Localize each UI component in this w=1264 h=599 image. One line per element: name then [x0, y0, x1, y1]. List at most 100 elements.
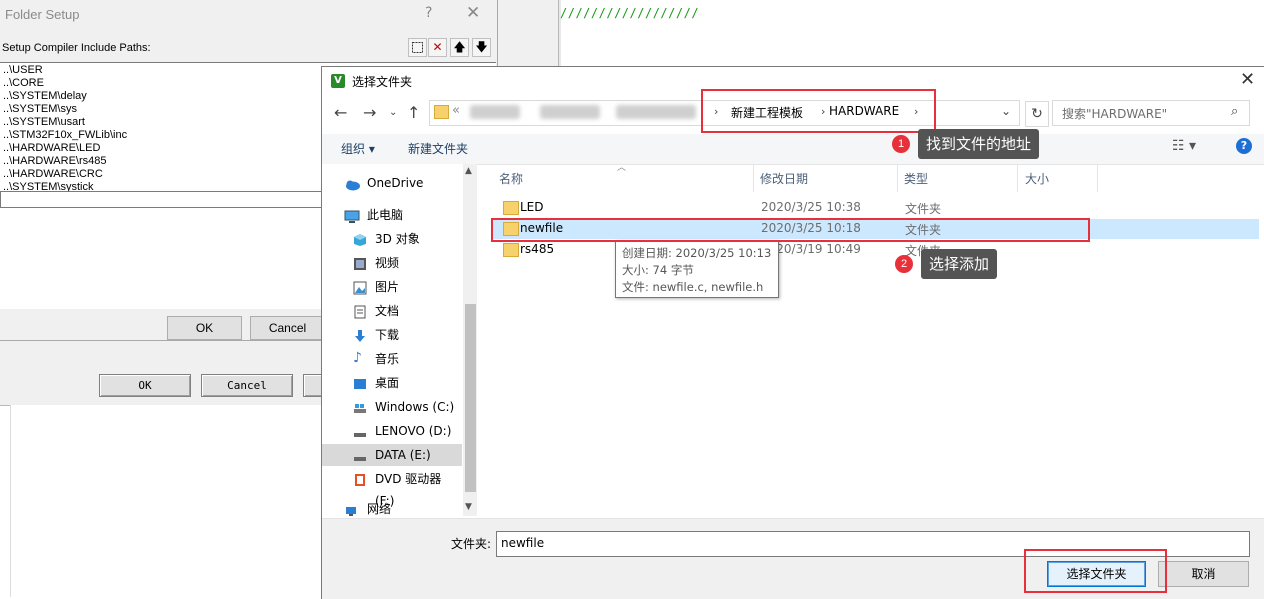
new-path-icon[interactable]	[408, 38, 427, 57]
annotation-box-select-button	[1024, 549, 1167, 593]
annotation-box-address	[701, 89, 936, 133]
list-item[interactable]: ..\SYSTEM\usart	[3, 116, 85, 129]
column-divider[interactable]	[1017, 164, 1018, 192]
cube-icon	[353, 232, 367, 246]
file-tooltip: 创建日期: 2020/3/25 10:13 大小: 74 字节 文件: newf…	[615, 240, 779, 298]
move-down-icon[interactable]: 🡇	[472, 38, 491, 57]
nav-item-drive-c[interactable]: Windows (C:)	[322, 396, 462, 418]
picture-icon	[353, 280, 367, 295]
nav-item-desktop[interactable]: 桌面	[322, 372, 462, 394]
navigation-pane: OneDrive 此电脑 3D 对象 视频 图片 文档 下载 ♪ 音乐 桌面 W…	[322, 164, 477, 516]
scroll-down-icon[interactable]: ▼	[465, 502, 472, 512]
column-divider[interactable]	[753, 164, 754, 192]
folder-icon	[503, 243, 519, 257]
annotation-badge-1: 1	[892, 135, 910, 153]
nav-item-onedrive[interactable]: OneDrive	[322, 172, 462, 194]
drive-icon	[353, 400, 367, 413]
blurred-path-segment	[470, 105, 520, 119]
dialog-toolbar: 组织 ▾ 新建文件夹 ☷ ▾ ?	[322, 134, 1264, 165]
tooltip-created: 创建日期: 2020/3/25 10:13	[622, 246, 772, 260]
back-arrow-icon[interactable]: ←	[334, 103, 347, 122]
dialog-title: 选择文件夹	[352, 75, 413, 89]
cancel-button[interactable]: 取消	[1158, 561, 1249, 587]
file-row-rs485[interactable]: rs485 2020/3/19 10:49 文件夹	[492, 240, 1259, 260]
ok-button[interactable]: OK	[167, 316, 242, 340]
help-icon[interactable]: ?	[425, 5, 432, 21]
folder-setup-title: Folder Setup	[5, 7, 80, 22]
column-headers: ︿ 名称 修改日期 类型 大小	[477, 163, 1264, 192]
address-dropdown-icon[interactable]: ⌄	[1001, 104, 1011, 118]
annotation-label-1: 找到文件的地址	[918, 129, 1040, 159]
download-icon	[353, 328, 367, 342]
app-icon: V	[331, 74, 345, 88]
editor-comment-line: //////////////////	[560, 6, 700, 20]
network-icon	[344, 502, 358, 516]
path-edit-field[interactable]	[0, 191, 324, 208]
search-icon: ⌕	[1231, 104, 1239, 119]
search-box[interactable]: 搜索"HARDWARE" ⌕	[1052, 100, 1250, 126]
nav-item-drive-d[interactable]: LENOVO (D:)	[322, 420, 462, 442]
sort-chevron-icon: ︿	[617, 163, 627, 173]
dvd-icon	[353, 472, 367, 486]
cloud-icon	[344, 176, 360, 191]
nav-scrollbar-thumb[interactable]	[465, 304, 476, 492]
options-cancel-button[interactable]: Cancel	[201, 374, 293, 397]
nav-item-this-pc[interactable]: 此电脑	[322, 204, 462, 226]
options-panel-area	[10, 405, 326, 597]
view-options-icon[interactable]: ☷ ▾	[1172, 138, 1196, 154]
blurred-path-segment	[616, 105, 696, 119]
tooltip-size: 大小: 74 字节	[622, 263, 694, 277]
list-item[interactable]: ..\SYSTEM\delay	[3, 90, 87, 103]
list-item[interactable]: ..\HARDWARE\rs485	[3, 155, 107, 168]
forward-arrow-icon[interactable]: →	[363, 103, 376, 122]
refresh-icon[interactable]: ↻	[1025, 101, 1049, 127]
nav-item-documents[interactable]: 文档	[322, 300, 462, 322]
column-type[interactable]: 类型	[904, 170, 928, 187]
address-prefix: «	[452, 103, 460, 118]
column-name[interactable]: 名称	[499, 170, 523, 187]
nav-item-videos[interactable]: 视频	[322, 252, 462, 274]
options-ok-button[interactable]: OK	[99, 374, 191, 397]
new-folder-button[interactable]: 新建文件夹	[408, 140, 468, 157]
list-item[interactable]: ..\USER	[3, 64, 43, 77]
organize-menu[interactable]: 组织 ▾	[341, 140, 375, 157]
document-icon	[353, 304, 367, 319]
search-placeholder: 搜索"HARDWARE"	[1062, 107, 1168, 121]
column-divider[interactable]	[897, 164, 898, 192]
recent-chevron-icon[interactable]: ⌄	[389, 107, 397, 118]
select-folder-dialog: V 选择文件夹 ✕ ← → ⌄ ↑ « › 新建工程模板 › HARDWARE …	[321, 66, 1264, 599]
video-icon	[353, 256, 367, 270]
nav-item-drive-e[interactable]: DATA (E:)	[322, 444, 462, 466]
nav-item-downloads[interactable]: 下载	[322, 324, 462, 346]
column-size[interactable]: 大小	[1025, 170, 1049, 187]
folder-field-label: 文件夹:	[451, 537, 492, 551]
list-item[interactable]: ..\HARDWARE\CRC	[3, 168, 103, 181]
include-paths-label: Setup Compiler Include Paths:	[2, 42, 151, 54]
move-up-icon[interactable]: 🡅	[450, 38, 469, 57]
list-item[interactable]: ..\CORE	[3, 77, 44, 90]
close-icon[interactable]: ✕	[466, 3, 480, 23]
nav-item-3d-objects[interactable]: 3D 对象	[322, 228, 462, 250]
up-arrow-icon[interactable]: ↑	[407, 103, 420, 122]
annotation-badge-2: 2	[895, 255, 913, 273]
computer-icon	[344, 208, 360, 223]
list-item[interactable]: ..\SYSTEM\sys	[3, 103, 77, 116]
nav-item-network[interactable]: 网络	[322, 498, 462, 520]
help-icon[interactable]: ?	[1236, 138, 1252, 154]
list-item[interactable]: ..\HARDWARE\LED	[3, 142, 100, 155]
column-date[interactable]: 修改日期	[760, 170, 808, 187]
nav-item-pictures[interactable]: 图片	[322, 276, 462, 298]
file-row-led[interactable]: LED 2020/3/25 10:38 文件夹	[492, 198, 1259, 218]
annotation-box-newfile	[491, 218, 1090, 242]
list-item[interactable]: ..\STM32F10x_FWLib\inc	[3, 129, 127, 142]
blurred-path-segment	[540, 105, 600, 119]
cancel-button[interactable]: Cancel	[250, 316, 325, 340]
delete-path-icon[interactable]: ✕	[428, 38, 447, 57]
nav-item-dvd-drive[interactable]: DVD 驱动器 (F:)	[322, 468, 462, 508]
close-icon[interactable]: ✕	[1240, 69, 1255, 90]
scroll-up-icon[interactable]: ▲	[465, 166, 472, 176]
nav-item-music[interactable]: ♪ 音乐	[322, 348, 462, 370]
column-divider[interactable]	[1097, 164, 1098, 192]
drive-icon	[353, 448, 367, 461]
folder-name-value: newfile	[501, 536, 545, 550]
